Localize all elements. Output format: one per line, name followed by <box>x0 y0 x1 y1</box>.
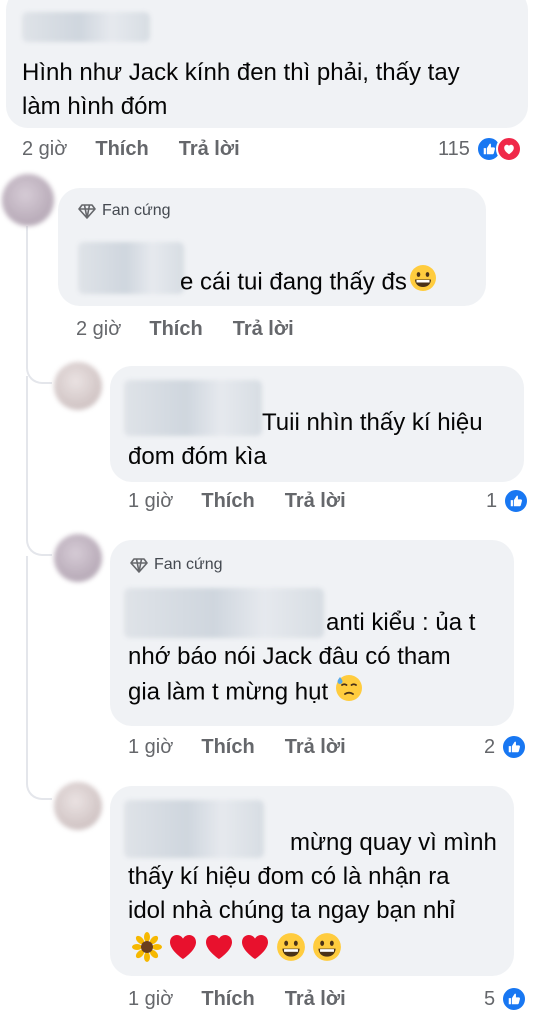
comment-text: Hình như Jack kính đen thì phải, thấy ta… <box>22 59 460 120</box>
reply-button[interactable]: Trả lời <box>285 736 346 759</box>
commenter-name-blurred[interactable] <box>78 242 184 294</box>
like-button[interactable]: Thích <box>201 736 254 759</box>
like-icon <box>501 734 528 760</box>
reaction-summary[interactable]: 5 <box>484 986 528 1012</box>
reply-button[interactable]: Trả lời <box>285 490 346 513</box>
fan-badge: Fan cứng <box>78 202 171 220</box>
like-icon <box>501 986 528 1012</box>
fan-badge: Fan cứng <box>130 556 223 574</box>
comment-time[interactable]: 1 giờ <box>128 490 173 513</box>
thread-connector <box>26 520 52 556</box>
comment-actions: 1 giờ Thích Trả lời <box>128 988 376 1011</box>
thread-connector <box>26 760 52 800</box>
emoji-row <box>132 932 342 967</box>
like-icon <box>503 488 530 514</box>
reply-button[interactable]: Trả lời <box>179 138 240 161</box>
comment-time[interactable]: 2 giờ <box>76 318 121 341</box>
like-button[interactable]: Thích <box>201 490 254 513</box>
comment-actions: 2 giờ Thích Trả lời <box>76 318 324 341</box>
sunflower-emoji-icon <box>132 932 162 967</box>
reply-button[interactable]: Trả lời <box>233 318 294 341</box>
comment-actions: 1 giờ Thích Trả lời <box>128 490 376 513</box>
red-heart-emoji-icon <box>240 932 270 967</box>
diamond-icon <box>78 204 96 219</box>
comment-text: e cái tui đang thấy đs <box>180 264 437 302</box>
reaction-count: 115 <box>438 137 470 160</box>
reaction-count: 5 <box>484 987 496 1010</box>
commenter-name-blurred[interactable] <box>22 12 150 42</box>
avatar[interactable] <box>54 782 102 830</box>
like-button[interactable]: Thích <box>201 988 254 1011</box>
like-button[interactable]: Thích <box>95 138 148 161</box>
reaction-summary[interactable]: 115 <box>438 136 522 162</box>
downcast-sweat-emoji-icon <box>335 674 363 712</box>
comment-actions: 2 giờ Thích Trả lời <box>22 138 270 161</box>
love-icon <box>495 136 522 162</box>
diamond-icon <box>130 558 148 573</box>
comment-time[interactable]: 1 giờ <box>128 736 173 759</box>
comment-time[interactable]: 2 giờ <box>22 138 67 161</box>
reply-button[interactable]: Trả lời <box>285 988 346 1011</box>
grinning-emoji-icon <box>409 264 437 302</box>
grinning-emoji-icon <box>312 932 342 967</box>
thread-line <box>26 226 28 366</box>
reaction-count: 2 <box>484 735 496 758</box>
comment-actions: 1 giờ Thích Trả lời <box>128 736 376 759</box>
like-button[interactable]: Thích <box>149 318 202 341</box>
reaction-summary[interactable]: 1 <box>486 488 530 514</box>
avatar[interactable] <box>54 362 102 410</box>
avatar[interactable] <box>2 174 54 226</box>
reaction-summary[interactable]: 2 <box>484 734 528 760</box>
avatar[interactable] <box>54 534 102 582</box>
comment-time[interactable]: 1 giờ <box>128 988 173 1011</box>
comment-text: anti kiểu : ủa t nhớ báo nói Jack đâu có… <box>128 606 475 712</box>
red-heart-emoji-icon <box>204 932 234 967</box>
thread-line <box>26 376 28 526</box>
comment-text: mừng quay vì mình thấy kí hiệu đom có là… <box>128 829 497 924</box>
red-heart-emoji-icon <box>168 932 198 967</box>
reaction-count: 1 <box>486 489 498 512</box>
thread-line <box>26 556 28 766</box>
thread-connector <box>26 350 52 384</box>
comment-text: Tuii nhìn thấy kí hiệu đom đóm kìa <box>128 409 483 470</box>
grinning-emoji-icon <box>276 932 306 967</box>
